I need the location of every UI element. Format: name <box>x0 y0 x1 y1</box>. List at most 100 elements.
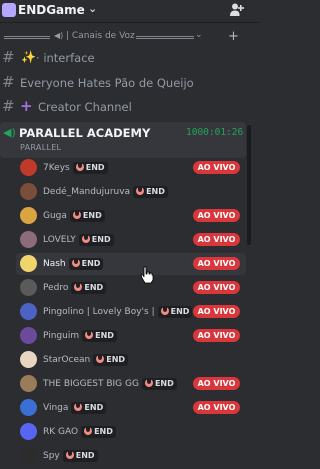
member-name: Pingolino | Lovely Boy's | END <box>43 306 193 318</box>
tag-icon <box>85 331 94 339</box>
member-name: THE BIGGEST BIG GG END <box>43 378 177 390</box>
server-tag: END <box>62 450 98 462</box>
member-row[interactable]: Dedé_Mandujuruva END <box>16 181 246 203</box>
channel-everyone-hates[interactable]: # Everyone Hates Pão de Queijo <box>0 72 259 94</box>
server-tag: END <box>141 378 177 390</box>
channel-creator[interactable]: # + Creator Channel <box>0 96 259 118</box>
hash-icon: # <box>2 48 15 66</box>
server-tag: END <box>71 282 107 294</box>
avatar <box>20 231 37 248</box>
category-divider-right <box>136 36 194 39</box>
avatar <box>20 279 37 296</box>
live-badge: AO VIVO <box>193 209 240 222</box>
category-divider-left <box>4 36 50 39</box>
channel-interface[interactable]: # ✨ · interface <box>0 47 259 69</box>
scrollbar[interactable] <box>247 125 251 245</box>
speaker-icon: ◀) <box>54 31 64 40</box>
plus-icon[interactable]: + <box>228 29 239 44</box>
category-label: | Canais de Voz <box>66 31 135 41</box>
member-name: Vinga END <box>43 402 107 414</box>
server-header[interactable]: ENDGame ⌄ <box>0 0 259 23</box>
member-row[interactable]: Nash END AO VIVO <box>16 253 246 275</box>
tag-icon <box>72 211 81 219</box>
member-row[interactable]: 7Keys END AO VIVO <box>16 157 246 179</box>
member-row[interactable]: Pingolino | Lovely Boy's | END AO VIVO <box>16 301 246 323</box>
avatar <box>20 159 37 176</box>
avatar <box>20 399 37 416</box>
member-name: Pinguim END <box>43 330 117 342</box>
member-row[interactable]: Guga END AO VIVO <box>16 205 246 227</box>
live-badge: AO VIVO <box>193 377 240 390</box>
cursor-hand-icon <box>140 266 154 284</box>
server-tag: END <box>133 186 168 198</box>
avatar <box>20 447 37 464</box>
member-name: LOVELY END <box>43 234 114 246</box>
member-row[interactable]: Vinga END AO VIVO <box>16 397 246 419</box>
call-timer: 1000:01:26 <box>186 127 244 138</box>
member-name: Dedé_Mandujuruva END <box>43 186 168 198</box>
avatar <box>20 327 37 344</box>
tag-icon <box>71 259 80 267</box>
tag-icon <box>160 307 169 315</box>
channel-subtitle: PARALLEL <box>20 143 62 152</box>
live-badge: AO VIVO <box>193 305 240 318</box>
tag-icon <box>81 235 90 243</box>
server-tag: END <box>72 162 108 174</box>
server-tag: END <box>78 234 114 246</box>
avatar <box>20 351 37 368</box>
channel-label: Everyone Hates Pão de Queijo <box>20 76 194 90</box>
tag-icon <box>96 355 105 363</box>
avatar <box>20 255 37 272</box>
member-name: 7Keys END <box>43 162 108 174</box>
channel-label: · interface <box>36 51 95 65</box>
hash-icon: # <box>2 97 15 115</box>
member-row[interactable]: StarOcean END <box>16 349 246 371</box>
sparkle-icon: ✨ <box>21 50 36 64</box>
plus-icon: + <box>20 97 33 115</box>
live-badge: AO VIVO <box>193 281 240 294</box>
member-row[interactable]: LOVELY END AO VIVO <box>16 229 246 251</box>
chevron-down-icon[interactable]: ⌄ <box>195 30 203 40</box>
member-name: Spy END <box>43 450 98 462</box>
server-tag: END <box>71 402 107 414</box>
avatar <box>20 183 37 200</box>
avatar <box>20 207 37 224</box>
active-voice-channel[interactable]: ◀) PARALLEL ACADEMY 1000:01:26 PARALLEL <box>0 122 246 158</box>
chevron-down-icon[interactable]: ⌄ <box>88 2 97 15</box>
tag-icon <box>75 163 84 171</box>
member-name: RK GAO END <box>43 426 116 438</box>
live-badge: AO VIVO <box>193 329 240 342</box>
tag-icon <box>84 427 93 435</box>
add-member-icon[interactable] <box>229 2 245 18</box>
voice-channel-name: PARALLEL ACADEMY <box>19 126 151 140</box>
member-row[interactable]: Pinguim END AO VIVO <box>16 325 246 347</box>
avatar <box>20 375 37 392</box>
live-badge: AO VIVO <box>193 161 240 174</box>
member-row[interactable]: Spy END <box>16 445 246 467</box>
tag-icon <box>136 187 145 195</box>
channel-label: Creator Channel <box>38 100 132 114</box>
server-tag: END <box>93 354 129 366</box>
voice-category[interactable]: ◀) | Canais de Voz ⌄ + <box>0 28 259 46</box>
tag-icon <box>74 403 83 411</box>
member-row[interactable]: Pedro END AO VIVO <box>16 277 246 299</box>
server-logo-icon <box>2 3 16 17</box>
server-tag: END <box>69 210 105 222</box>
member-row[interactable]: THE BIGGEST BIG GG END AO VIVO <box>16 373 246 395</box>
member-name: Pedro END <box>43 282 107 294</box>
hash-icon: # <box>2 73 15 91</box>
tag-icon <box>74 283 83 291</box>
live-badge: AO VIVO <box>193 257 240 270</box>
server-name: ENDGame <box>18 3 85 17</box>
tag-icon <box>144 379 153 387</box>
member-row[interactable]: RK GAO END <box>16 421 246 443</box>
avatar <box>20 423 37 440</box>
server-tag: END <box>82 330 117 342</box>
live-badge: AO VIVO <box>193 233 240 246</box>
member-name: StarOcean END <box>43 354 129 366</box>
speaker-icon: ◀) <box>3 126 16 139</box>
server-tag: END <box>81 426 116 438</box>
server-tag: END <box>157 306 193 318</box>
member-name: Guga END <box>43 210 105 222</box>
member-name: Nash END <box>43 258 104 270</box>
